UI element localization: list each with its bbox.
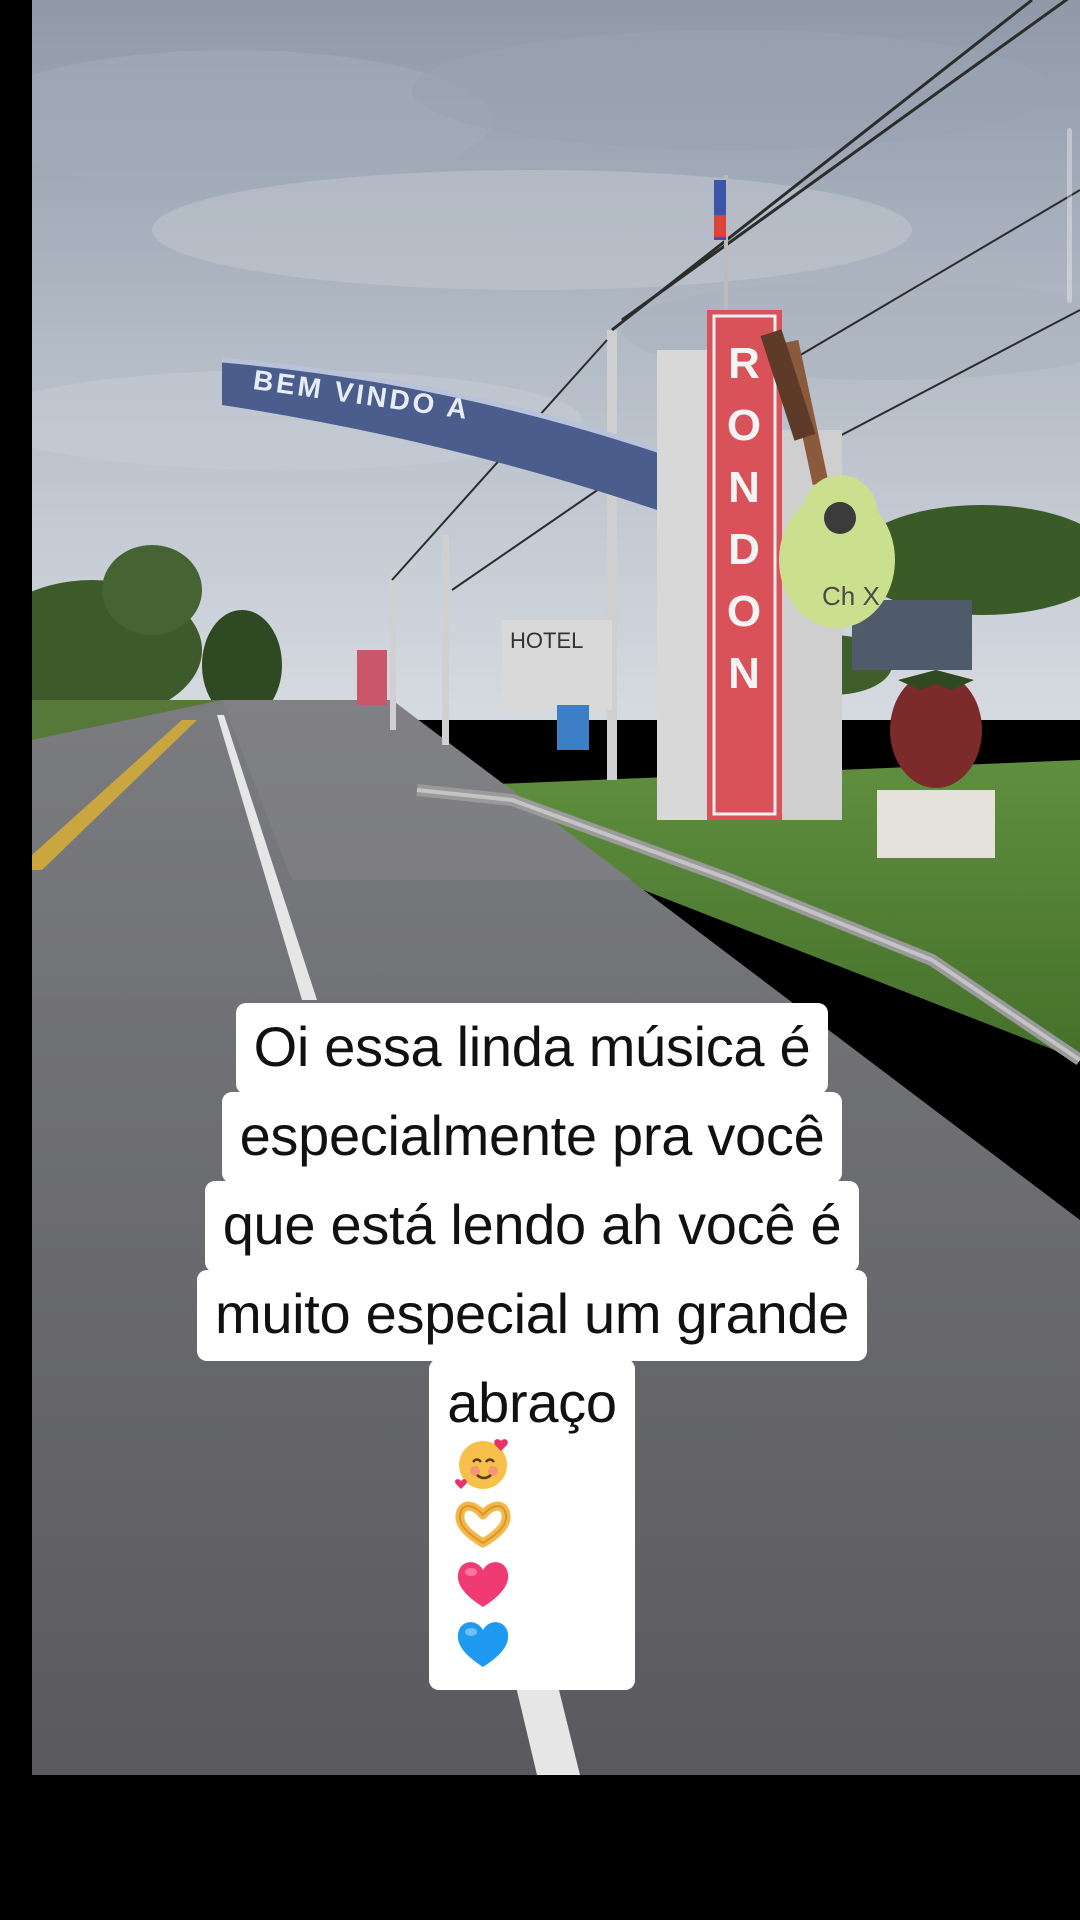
svg-text:D: D — [728, 525, 760, 574]
caption-line-2: especialmente pra você — [221, 1092, 843, 1183]
svg-text:N: N — [728, 649, 760, 698]
pink-heart-icon — [458, 1562, 509, 1607]
caption-overlay: Oi essa linda música é especialmente pra… — [32, 1003, 1032, 1690]
video-player[interactable]: HOTEL BEM VINDO A R O N D O N Ch X Oi es… — [32, 0, 1080, 1775]
hotel-sign: HOTEL — [510, 628, 583, 653]
svg-text:N: N — [728, 463, 760, 512]
strawberry-sculpture — [890, 672, 982, 788]
svg-text:O: O — [727, 401, 761, 450]
utility-pole — [607, 330, 617, 780]
heart-hands-icon — [455, 1501, 511, 1548]
caption-line-4: muito especial um grande — [196, 1270, 868, 1361]
caption-line-5: abraço — [429, 1359, 635, 1690]
caption-line-3: que está lendo ah você é — [204, 1181, 860, 1272]
scroll-indicator[interactable] — [1067, 128, 1072, 303]
blue-heart-icon — [458, 1622, 509, 1667]
guitar-text: Ch X — [822, 581, 880, 611]
svg-text:R: R — [728, 339, 760, 388]
svg-text:O: O — [727, 587, 761, 636]
road-sign — [557, 705, 589, 750]
strawberry-pedestal — [877, 790, 995, 858]
caption-line-1: Oi essa linda música é — [235, 1003, 829, 1094]
bottom-black-bar — [0, 1775, 1080, 1920]
smiling-face-with-hearts-icon — [455, 1439, 509, 1489]
caption-line-5-text: abraço — [447, 1371, 617, 1434]
app-screen: HOTEL BEM VINDO A R O N D O N Ch X Oi es… — [0, 0, 1080, 1920]
